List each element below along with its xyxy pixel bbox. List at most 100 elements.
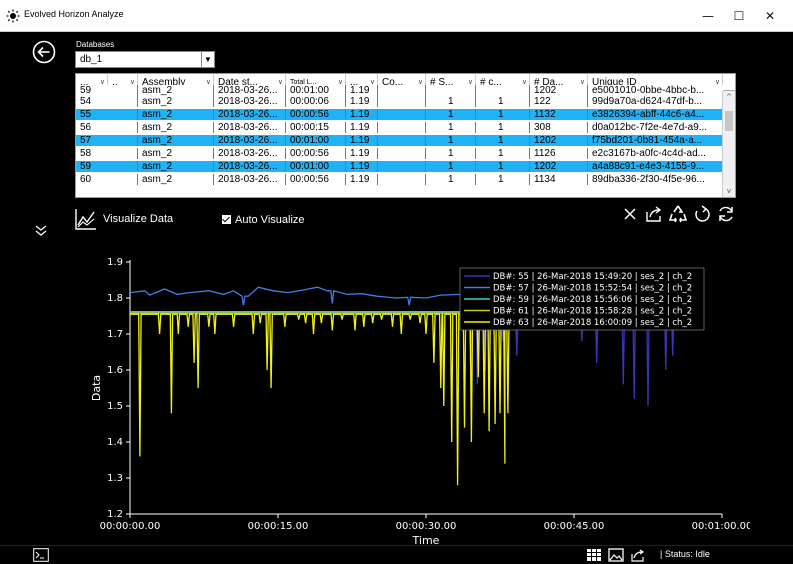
table-cell: 1	[476, 109, 530, 120]
table-cell: 1132	[530, 109, 588, 120]
table-cell: 1	[426, 96, 476, 107]
status-text: | Status: Idle	[660, 549, 710, 559]
x-tick-label: 00:00:45.00	[544, 521, 605, 532]
database-select[interactable]: db_1 ▼	[75, 51, 215, 68]
close-icon[interactable]	[620, 203, 640, 225]
table-cell: 1.19	[346, 109, 378, 120]
table-cell: 2018-03-26...	[214, 161, 286, 172]
export-icon[interactable]	[630, 548, 646, 562]
table-body: 59 asm_2 2018-03-26... 00:01:00 1.19 120…	[76, 85, 723, 197]
table-cell: asm_2	[138, 135, 214, 146]
table-cell: 60	[76, 174, 138, 185]
table-cell: 1	[426, 135, 476, 146]
table-cell: f75bd201-0b81-454a-a...	[592, 135, 703, 146]
redo-icon[interactable]	[692, 203, 712, 225]
table-cell: a4a88c91-e4e3-4155-9...	[592, 161, 705, 172]
data-chart: 1.2 1.3 1.4 1.5 1.6 1.7 1.8 1.9 00:00:00.00 00:00…	[90, 257, 750, 547]
table-cell: 2018-03-26...	[214, 135, 286, 146]
table-cell: 1126	[530, 148, 588, 159]
table-row[interactable]: 60 asm_2 2018-03-26... 00:00:56 1.19 1 1 1134 89…	[76, 174, 723, 185]
back-arrow-icon[interactable]	[32, 40, 56, 64]
table-cell: 00:01:00	[286, 135, 346, 146]
line-chart-icon	[75, 209, 96, 230]
table-cell: 308	[530, 122, 588, 133]
table-row[interactable]: 56 asm_2 2018-03-26... 00:00:15 1.19 1 1 308 d0a…	[76, 122, 723, 133]
table-cell: 122	[530, 96, 588, 107]
recycle-icon[interactable]	[668, 203, 688, 225]
table-cell: asm_2	[138, 109, 214, 120]
table-cell: 1	[476, 122, 530, 133]
x-tick-label: 00:00:15.00	[248, 521, 309, 532]
table-cell: 1.19	[346, 174, 378, 185]
table-row[interactable]: 57 asm_2 2018-03-26... 00:01:00 1.19 1 1 1202 f7…	[76, 135, 723, 146]
table-icon[interactable]	[586, 548, 602, 562]
table-cell: 2018-03-26...	[214, 174, 286, 185]
legend-entry: DB#: 63 | 26-Mar-2018 16:00:09 | ses_2 |…	[493, 318, 692, 328]
table-cell: 89dba336-2f30-4f5e-96...	[592, 174, 705, 185]
legend-entry: DB#: 61 | 26-Mar-2018 15:58:28 | ses_2 |…	[493, 307, 692, 317]
table-row[interactable]: 59 asm_2 2018-03-26... 00:01:00 1.19 1 1 1202 a4…	[76, 161, 723, 172]
table-cell	[378, 96, 426, 107]
y-tick-label: 1.7	[107, 329, 123, 340]
table-cell: e2c3167b-a0fc-4c4d-ad...	[592, 148, 706, 159]
database-select-value: db_1	[80, 54, 103, 65]
title-bar: Evolved Horizon Analyze — ☐ ✕	[0, 0, 793, 32]
table-cell: 1	[426, 109, 476, 120]
table-cell: 00:00:56	[286, 174, 346, 185]
y-tick-label: 1.6	[107, 365, 123, 376]
auto-visualize-label: Auto Visualize	[235, 214, 305, 226]
table-cell	[378, 135, 426, 146]
app-window: Evolved Horizon Analyze — ☐ ✕ Databases …	[0, 0, 793, 564]
table-cell: 00:00:06	[286, 96, 346, 107]
table-cell: d0a012bc-7f2e-4e7d-a9...	[592, 122, 708, 133]
table-cell: 00:00:56	[286, 148, 346, 159]
double-chevron-down-icon[interactable]	[34, 223, 48, 237]
table-cell: 1	[476, 174, 530, 185]
table-cell	[378, 109, 426, 120]
table-cell: 1	[426, 161, 476, 172]
scrollbar-thumb[interactable]	[725, 111, 733, 131]
minimize-button[interactable]: —	[691, 0, 725, 32]
table-cell: 2018-03-26...	[214, 122, 286, 133]
refresh-icon[interactable]	[716, 203, 736, 225]
table-cell: 99d9a70a-d624-47df-b...	[592, 96, 703, 107]
table-row[interactable]: 58 asm_2 2018-03-26... 00:00:56 1.19 1 1 1126 e2…	[76, 148, 723, 159]
image-icon[interactable]	[608, 548, 624, 562]
y-tick-label: 1.8	[107, 293, 123, 304]
status-bar: | Status: Idle	[0, 545, 793, 564]
table-cell: 1134	[530, 174, 588, 185]
window-title: Evolved Horizon Analyze	[24, 9, 124, 19]
auto-visualize-checkbox[interactable]: Auto Visualize	[222, 214, 305, 226]
table-cell: 56	[76, 122, 138, 133]
table-cell: 1	[426, 122, 476, 133]
maximize-button[interactable]: ☐	[722, 0, 756, 32]
table-cell: 1	[476, 135, 530, 146]
table-cell: 1	[476, 96, 530, 107]
table-cell: 1.19	[346, 148, 378, 159]
table-row[interactable]: 55 asm_2 2018-03-26... 00:00:56 1.19 1 1 1132 e3…	[76, 109, 723, 120]
close-button[interactable]: ✕	[753, 0, 787, 32]
table-cell	[378, 148, 426, 159]
table-cell: 1	[426, 148, 476, 159]
table-cell: 00:00:56	[286, 109, 346, 120]
table-cell: 1.19	[346, 122, 378, 133]
y-tick-label: 1.9	[107, 257, 123, 268]
terminal-icon[interactable]	[33, 548, 49, 562]
table-cell: 1202	[530, 161, 588, 172]
table-scrollbar[interactable]: ^ v	[722, 91, 735, 197]
table-cell: asm_2	[138, 174, 214, 185]
y-tick-label: 1.5	[107, 401, 123, 412]
export-icon[interactable]	[644, 203, 664, 225]
scroll-up-icon[interactable]: ^	[723, 93, 735, 103]
scroll-down-icon[interactable]: v	[723, 187, 735, 197]
table-row[interactable]: 59 asm_2 2018-03-26... 00:01:00 1.19 120…	[76, 85, 723, 96]
table-row[interactable]: 54 asm_2 2018-03-26... 00:00:06 1.19 1 1 122 99d…	[76, 96, 723, 107]
series-line-4	[130, 313, 510, 486]
table-cell: 1.19	[346, 161, 378, 172]
table-cell: 58	[76, 148, 138, 159]
x-tick-label: 00:00:30.00	[396, 521, 457, 532]
databases-label: Databases	[76, 40, 115, 49]
table-cell: 1	[426, 174, 476, 185]
table-cell: asm_2	[138, 96, 214, 107]
sun-icon	[6, 9, 20, 23]
